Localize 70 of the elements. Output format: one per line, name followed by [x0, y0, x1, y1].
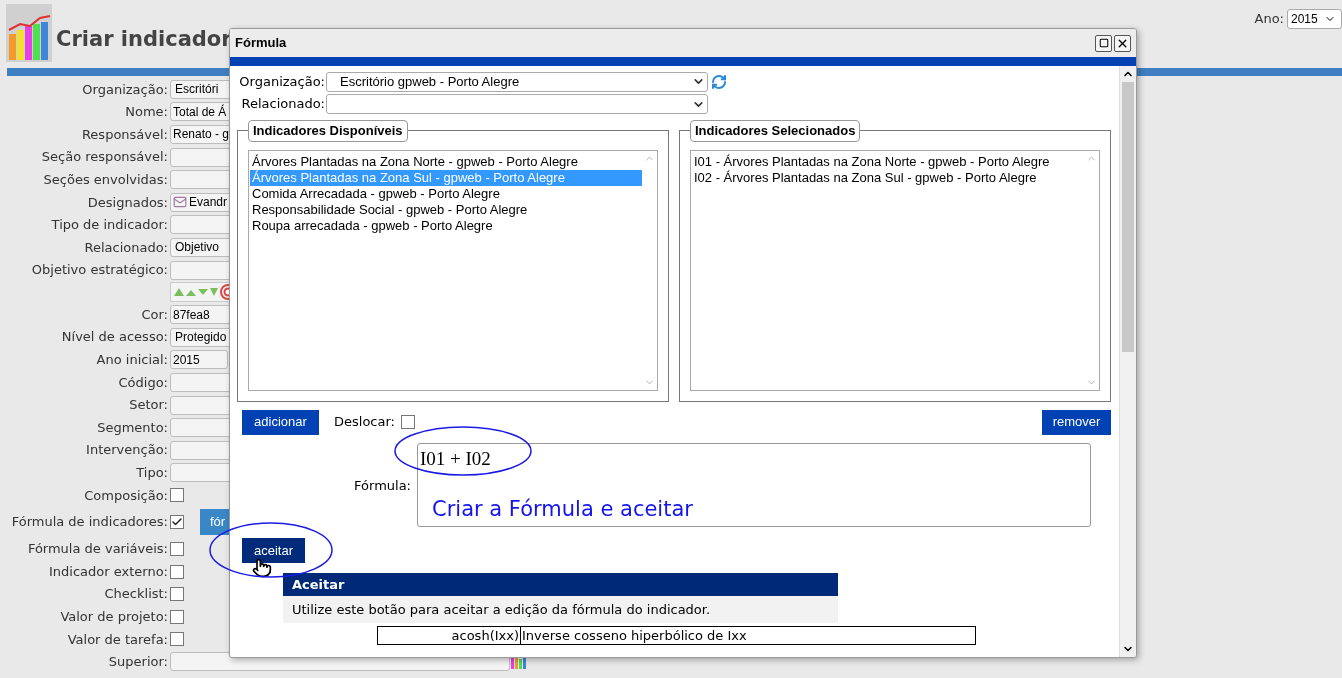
- field-label: Responsável:: [80, 125, 169, 144]
- field-label: Fórmula:: [354, 477, 411, 495]
- field-label: Checklist:: [103, 585, 169, 604]
- field-label: Indicador externo:: [48, 562, 169, 581]
- function-description-cell: Inverse cosseno hiperbólico de Ixx: [520, 626, 976, 645]
- field-label: Fórmula de variáveis:: [26, 540, 169, 559]
- list-item[interactable]: I02 - Árvores Plantadas na Zona Sul - gpweb - Porto Alegre: [692, 169, 1084, 186]
- checkbox[interactable]: [170, 542, 184, 556]
- field-label: Composição:: [83, 486, 169, 505]
- annotation-text: Criar a Fórmula e aceitar: [432, 496, 693, 523]
- maximize-button[interactable]: [1095, 34, 1112, 52]
- list-item[interactable]: Árvores Plantadas na Zona Norte - gpweb - Porto Alegre: [250, 153, 642, 170]
- bar-chart-logo-icon: [6, 4, 54, 64]
- field-label: Intervenção:: [85, 441, 169, 460]
- field-label: Organização:: [238, 72, 325, 91]
- list-item[interactable]: Roupa arrecadada - gpweb - Porto Alegre: [250, 217, 642, 234]
- page-title: Criar indicador: [56, 26, 232, 54]
- tooltip-text: Utilize este botão para aceitar a edição da fórmula do indicador.: [283, 596, 838, 623]
- field-label: Tipo:: [135, 464, 169, 483]
- checkbox[interactable]: [170, 488, 184, 503]
- function-name-cell: acosh(Ixx): [377, 626, 521, 645]
- input-field[interactable]: 2015: [170, 350, 228, 370]
- list-item[interactable]: I01 - Árvores Plantadas na Zona Norte - gpweb - Porto Alegre: [692, 153, 1084, 170]
- hand-cursor-icon: [252, 558, 272, 578]
- field-label: Seções envolvidas:: [42, 170, 169, 189]
- envelope-icon: [173, 195, 187, 210]
- field-label: Setor:: [128, 396, 169, 415]
- list-item[interactable]: Responsabilidade Social - gpweb - Porto Alegre: [250, 201, 642, 218]
- checkbox[interactable]: [170, 564, 184, 579]
- field-label: Seção responsável:: [40, 148, 169, 167]
- group-title: Indicadores Disponíveis: [248, 120, 408, 142]
- select-field[interactable]: [326, 94, 708, 114]
- checkbox[interactable]: [170, 609, 184, 624]
- field-label: Nome:: [124, 103, 169, 122]
- remove-button[interactable]: remover: [1042, 409, 1111, 435]
- accept-button[interactable]: aceitar: [242, 538, 305, 563]
- maximize-icon: [1098, 38, 1109, 48]
- year-select[interactable]: 2015: [1287, 9, 1342, 29]
- field-label: Fórmula de indicadores:: [10, 513, 169, 532]
- checkbox[interactable]: [400, 415, 415, 429]
- add-button[interactable]: adicionar: [242, 409, 319, 435]
- field-label: Segmento:: [96, 418, 169, 437]
- tooltip-title: Aceitar: [283, 573, 838, 596]
- field-label: Objetivo estratégico:: [30, 261, 169, 280]
- checkbox[interactable]: [170, 515, 184, 530]
- field-label: Tipo de indicador:: [50, 216, 169, 235]
- refresh-icon[interactable]: [711, 73, 727, 90]
- field-label: Relacionado:: [240, 95, 325, 114]
- list-box[interactable]: I01 - Árvores Plantadas na Zona Norte - gpweb - Porto Alegre I02 - Árvores Plantadas na Zona Sul - gpweb - Porto Alegre: [690, 149, 1100, 391]
- field-label: Ano inicial:: [95, 351, 169, 370]
- scrollbar-thumb[interactable]: [1122, 82, 1134, 352]
- select-field[interactable]: Escritório gpweb - Porto Alegre: [326, 71, 708, 92]
- field-label: Superior:: [107, 653, 169, 672]
- field-label: Valor de tarefa:: [66, 630, 169, 649]
- field-label: Deslocar:: [334, 413, 395, 432]
- checkbox[interactable]: [170, 587, 184, 602]
- list-box[interactable]: [248, 149, 658, 391]
- field-label: Nível de acesso:: [60, 328, 169, 347]
- field-label: Cor:: [140, 305, 169, 324]
- field-label: Designados:: [86, 193, 169, 212]
- field-label: Código:: [117, 373, 169, 392]
- field-label: Valor de projeto:: [59, 608, 169, 626]
- dialog-title: Fórmula: [235, 34, 287, 53]
- field-label: Relacionado:: [83, 238, 169, 257]
- year-label: Ano:: [1254, 10, 1284, 29]
- group-title: Indicadores Selecionados: [690, 120, 861, 142]
- list-item[interactable]: Comida Arrecadada - gpweb - Porto Alegre: [250, 185, 642, 202]
- field-label: Organização:: [81, 80, 169, 99]
- close-button[interactable]: [1114, 34, 1131, 52]
- checkbox[interactable]: [170, 632, 184, 647]
